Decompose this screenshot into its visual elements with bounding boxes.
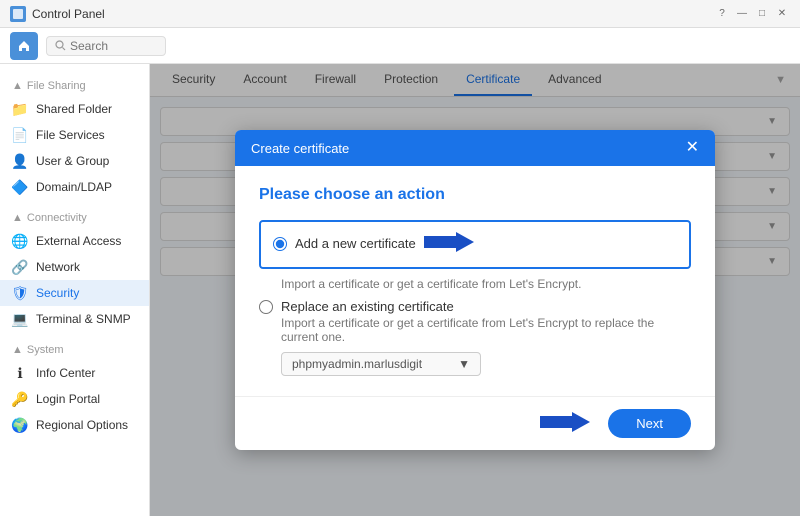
titlebar: Control Panel ? — □ ✕	[0, 0, 800, 28]
file-services-icon: 📄	[12, 127, 28, 143]
login-portal-icon: 🔑	[12, 391, 28, 407]
sidebar-section-title-file-sharing: ▲ File Sharing	[0, 76, 149, 96]
modal-overlay: Create certificate ✕ Please choose an ac…	[150, 64, 800, 516]
regional-icon: 🌍	[12, 417, 28, 433]
sidebar-section-connectivity: ▲ Connectivity 🌐 External Access 🔗 Netwo…	[0, 204, 149, 336]
create-certificate-modal: Create certificate ✕ Please choose an ac…	[235, 130, 715, 450]
domain-icon: 🔷	[12, 179, 28, 195]
modal-header: Create certificate ✕	[235, 130, 715, 166]
info-icon: ℹ	[12, 365, 28, 381]
dropdown-chevron-icon: ▼	[458, 357, 470, 371]
help-button[interactable]: ?	[714, 6, 730, 22]
sidebar: ▲ File Sharing 📁 Shared Folder 📄 File Se…	[0, 64, 150, 516]
radio-add-new[interactable]	[273, 237, 287, 251]
modal-close-button[interactable]: ✕	[686, 140, 699, 156]
sidebar-item-security[interactable]: 🛡 Security	[0, 280, 149, 306]
window-controls: ? — □ ✕	[714, 6, 790, 22]
modal-footer: Next	[235, 396, 715, 450]
user-group-icon: 👤	[12, 153, 28, 169]
app-title: Control Panel	[32, 7, 708, 21]
terminal-icon: 💻	[12, 311, 28, 327]
sidebar-item-terminal-snmp[interactable]: 💻 Terminal & SNMP	[0, 306, 149, 332]
option-replace-label: Replace an existing certificate	[281, 299, 454, 314]
option-replace-desc: Import a certificate or get a certificat…	[281, 316, 691, 344]
radio-replace[interactable]	[259, 300, 273, 314]
next-button[interactable]: Next	[608, 409, 691, 438]
modal-title: Create certificate	[251, 141, 349, 156]
option-add-new-row: Add a new certificate	[273, 230, 677, 257]
sidebar-section-title-system: ▲ System	[0, 340, 149, 360]
top-nav	[0, 28, 800, 64]
sidebar-item-network[interactable]: 🔗 Network	[0, 254, 149, 280]
security-icon: 🛡	[12, 285, 28, 301]
main-panel: Security Account Firewall Protection Cer…	[150, 64, 800, 516]
home-button[interactable]	[10, 32, 38, 60]
sidebar-item-user-group[interactable]: 👤 User & Group	[0, 148, 149, 174]
option-replace: Replace an existing certificate Import a…	[259, 299, 691, 344]
maximize-button[interactable]: □	[754, 6, 770, 22]
app-icon	[10, 6, 26, 22]
search-input[interactable]	[70, 39, 155, 53]
search-box[interactable]	[46, 36, 166, 56]
dropdown-value: phpmyadmin.marlusdigit	[292, 357, 422, 371]
option-replace-row: Replace an existing certificate	[259, 299, 691, 314]
modal-body: Please choose an action Add a new certif…	[235, 166, 715, 396]
sidebar-item-regional-options[interactable]: 🌍 Regional Options	[0, 412, 149, 438]
arrow-annotation	[424, 230, 474, 257]
app-container: ▲ File Sharing 📁 Shared Folder 📄 File Se…	[0, 28, 800, 516]
footer-arrow	[540, 410, 590, 437]
modal-heading: Please choose an action	[259, 186, 691, 204]
sidebar-item-domain-ldap[interactable]: 🔷 Domain/LDAP	[0, 174, 149, 200]
sidebar-item-file-services[interactable]: 📄 File Services	[0, 122, 149, 148]
close-button[interactable]: ✕	[774, 6, 790, 22]
external-access-icon: 🌐	[12, 233, 28, 249]
search-icon	[55, 40, 66, 51]
option-add-new-label: Add a new certificate	[295, 236, 416, 251]
network-icon: 🔗	[12, 259, 28, 275]
sidebar-item-shared-folder[interactable]: 📁 Shared Folder	[0, 96, 149, 122]
sidebar-item-external-access[interactable]: 🌐 External Access	[0, 228, 149, 254]
option-add-new-box: Add a new certificate	[259, 220, 691, 269]
sidebar-section-system: ▲ System ℹ Info Center 🔑 Login Portal 🌍 …	[0, 336, 149, 442]
content-area: ▲ File Sharing 📁 Shared Folder 📄 File Se…	[0, 64, 800, 516]
minimize-button[interactable]: —	[734, 6, 750, 22]
sidebar-item-login-portal[interactable]: 🔑 Login Portal	[0, 386, 149, 412]
sidebar-item-info-center[interactable]: ℹ Info Center	[0, 360, 149, 386]
sidebar-section-file-sharing: ▲ File Sharing 📁 Shared Folder 📄 File Se…	[0, 72, 149, 204]
sidebar-section-title-connectivity: ▲ Connectivity	[0, 208, 149, 228]
certificate-dropdown[interactable]: phpmyadmin.marlusdigit ▼	[281, 352, 481, 376]
shared-folder-icon: 📁	[12, 101, 28, 117]
option-add-new-desc: Import a certificate or get a certificat…	[281, 277, 691, 291]
